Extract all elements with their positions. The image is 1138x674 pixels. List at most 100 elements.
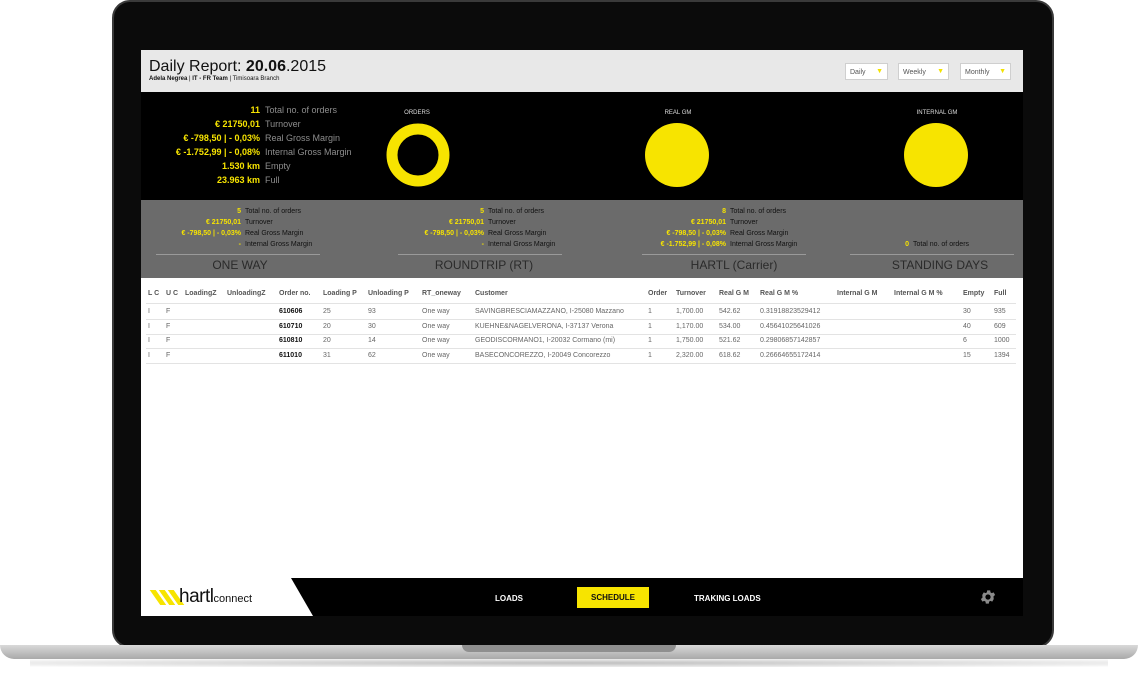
summary-label: Total no. of orders — [265, 105, 338, 115]
segment-value: 8 — [722, 208, 726, 215]
column-header[interactable]: Internal G M — [837, 290, 877, 297]
segment-value: - — [481, 241, 484, 248]
orders-chart-label: ORDERS — [404, 110, 430, 116]
column-header[interactable]: Order — [648, 290, 667, 297]
column-header[interactable]: Order no. — [279, 290, 311, 297]
segment-value: 5 — [237, 208, 241, 215]
segment-value: € -1.752,99 | - 0,08% — [660, 241, 726, 248]
table-cell: 1 — [648, 308, 652, 315]
table-cell: 1,170.00 — [676, 322, 704, 330]
table-cell: F — [166, 308, 171, 315]
table-cell: 935 — [994, 308, 1006, 315]
nav-loads[interactable]: LOADS — [495, 594, 523, 603]
column-header[interactable]: L C — [148, 290, 159, 297]
table-cell: One way — [422, 322, 450, 330]
column-header[interactable]: RT_oneway — [422, 290, 461, 297]
table-cell: 1 — [648, 351, 652, 359]
summary-value: € -798,50 | - 0,03% — [183, 133, 260, 143]
segments-panel: 5 Total no. of orders € 21750,01 Turnover € … — [141, 200, 1023, 278]
column-header[interactable]: Turnover — [676, 290, 706, 297]
column-header[interactable]: LoadingZ — [185, 290, 217, 297]
column-header[interactable]: Full — [994, 290, 1006, 297]
segment-label: Total no. of orders — [913, 241, 970, 248]
table-cell: 31 — [323, 351, 331, 359]
nav-traking-loads[interactable]: TRAKING LOADS — [694, 594, 761, 603]
table-cell: 618.62 — [719, 351, 741, 359]
table-cell: 1 — [648, 337, 652, 344]
column-header[interactable]: UnloadingZ — [227, 290, 266, 297]
table-cell: 30 — [368, 322, 376, 330]
segment-value: 0 — [905, 241, 909, 248]
brand-logo: hartlconnect — [179, 586, 252, 607]
column-header[interactable]: Real G M % — [760, 290, 798, 297]
segment-value: 5 — [480, 208, 484, 215]
table-cell: I — [148, 337, 150, 344]
segment-label: Internal Gross Margin — [488, 241, 556, 248]
segment-title: ROUNDTRIP (RT) — [434, 258, 534, 272]
segment-label: Total no. of orders — [488, 208, 545, 215]
column-header[interactable]: U C — [166, 290, 178, 297]
internal-gm-disc-chart — [904, 123, 968, 187]
row-divider — [146, 333, 1016, 335]
caret-down-icon: ▼ — [876, 68, 883, 75]
real-gm-disc-chart — [645, 123, 709, 187]
table-cell: 611010 — [279, 351, 302, 359]
table-cell: 6 — [963, 337, 967, 344]
segment-divider — [642, 254, 806, 255]
table-cell: 20 — [323, 337, 331, 344]
table-cell: One way — [422, 351, 450, 359]
segment-label: Turnover — [245, 219, 273, 226]
segment-value: € 21750,01 — [205, 219, 241, 226]
nav-schedule[interactable]: SCHEDULE — [577, 587, 649, 608]
table-cell: 40 — [963, 322, 971, 330]
table-cell: 609 — [994, 322, 1006, 330]
segment-divider — [850, 254, 1014, 255]
column-header[interactable]: Real G M — [719, 290, 749, 297]
table-cell: SAVINGBRESCIAMAZZANO, I-25080 Mazzano — [475, 308, 624, 315]
team-name: IT - FR Team — [192, 76, 228, 82]
table-cell: 93 — [368, 308, 376, 315]
summary-value: 1.530 km — [221, 161, 260, 171]
summary-label: Full — [265, 175, 280, 185]
table-cell: 0.26664655172414 — [760, 351, 821, 359]
branch-name: Timisoara Branch — [232, 76, 280, 82]
summary-value: € 21750,01 — [214, 119, 260, 129]
column-header[interactable]: Internal G M % — [894, 290, 943, 297]
segment-value: € 21750,01 — [448, 219, 484, 226]
gear-icon[interactable] — [979, 588, 997, 606]
table-cell: I — [148, 322, 150, 330]
table-cell: 25 — [323, 308, 331, 315]
segment-label: Internal Gross Margin — [730, 241, 798, 248]
table-cell: 610810 — [279, 337, 303, 344]
column-header[interactable]: Empty — [963, 290, 984, 297]
summary-label: Turnover — [265, 119, 301, 129]
segment-divider — [156, 254, 320, 255]
table-cell: 534.00 — [719, 322, 741, 330]
column-header[interactable]: Loading P — [323, 290, 357, 297]
row-divider — [146, 348, 1016, 349]
period-daily-button[interactable]: Daily ▼ — [845, 63, 888, 80]
column-header[interactable]: Customer — [475, 290, 508, 297]
summary-value: 11 — [250, 105, 260, 115]
summary-label: Real Gross Margin — [265, 133, 341, 143]
summary-label: Empty — [265, 161, 291, 171]
segment-value: € -798,50 | - 0,03% — [666, 230, 726, 237]
summary-value: € -1.752,99 | - 0,08% — [175, 147, 260, 157]
user-name: Adela Negrea — [149, 76, 188, 82]
period-monthly-button[interactable]: Monthly ▼ — [960, 63, 1011, 80]
table-cell: KUEHNE&NAGELVERONA, I-37137 Verona — [475, 322, 614, 330]
laptop-shadow — [30, 659, 1108, 667]
row-divider — [146, 362, 1016, 364]
table-cell: 0.31918823529412 — [760, 308, 821, 315]
segment-value: € -798,50 | - 0,03% — [181, 230, 241, 237]
segment-title: HARTL (Carrier) — [690, 258, 778, 272]
segment-divider — [398, 254, 562, 255]
user-info: Adela Negrea | IT - FR Team | Timisoara … — [149, 76, 280, 82]
summary-value: 23.963 km — [216, 175, 260, 185]
app-screen: Daily Report: 20.06.2015 Adela Negrea | … — [141, 50, 1023, 616]
segment-label: Real Gross Margin — [245, 230, 304, 237]
column-header[interactable]: Unloading P — [368, 290, 409, 297]
row-divider — [146, 319, 1016, 320]
period-weekly-button[interactable]: Weekly ▼ — [898, 63, 949, 80]
table-cell: F — [166, 337, 171, 344]
